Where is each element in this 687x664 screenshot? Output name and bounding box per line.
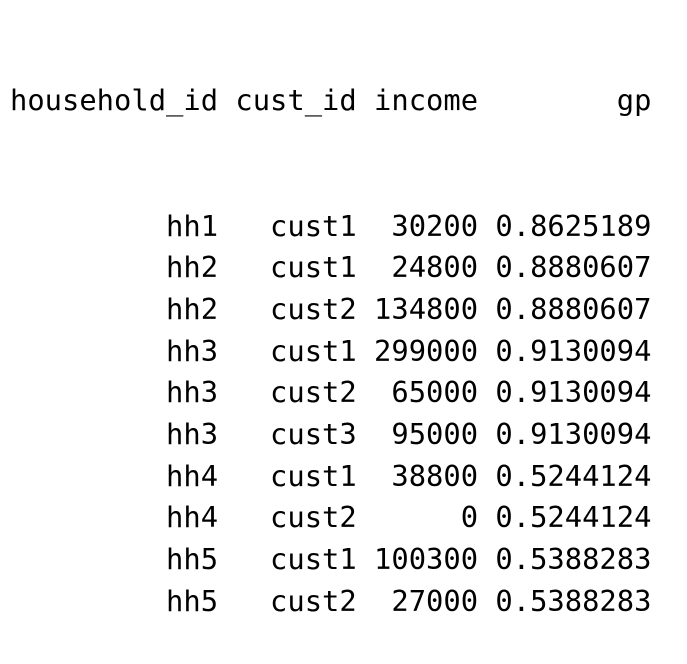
cell-income: 30200 — [391, 208, 479, 243]
cell-gp: 0.5244124 — [495, 458, 652, 493]
table-row: hh5 cust2 27000 0.5388283 — [10, 581, 651, 623]
cell-gp: 0.8880607 — [495, 250, 652, 285]
table-row: hh3 cust1 299000 0.9130094 — [10, 331, 651, 373]
cell-gp: 0.8625189 — [495, 208, 652, 243]
cell-household-id: hh1 — [166, 208, 219, 243]
table-row: hh5 cust1 100300 0.5388283 — [10, 539, 651, 581]
cell-income: 134800 — [374, 291, 479, 326]
cell-cust-id: cust1 — [270, 250, 357, 285]
cell-income: 0 — [460, 500, 479, 535]
cell-income: 27000 — [391, 583, 479, 618]
table-row: hh4 cust1 38800 0.5244124 — [10, 456, 651, 498]
table-row: hh2 cust1 24800 0.8880607 — [10, 247, 651, 289]
header-gp: gp — [616, 83, 652, 118]
cell-income: 65000 — [391, 375, 479, 410]
cell-household-id: hh2 — [166, 291, 219, 326]
cell-cust-id: cust3 — [270, 416, 357, 451]
cell-income: 38800 — [391, 458, 479, 493]
cell-household-id: hh3 — [166, 416, 219, 451]
cell-cust-id: cust2 — [270, 500, 357, 535]
cell-gp: 0.9130094 — [495, 375, 652, 410]
table-row: hh3 cust2 65000 0.9130094 — [10, 372, 651, 414]
header-income: income — [374, 83, 479, 118]
console-output: household_id cust_id income gp hh1 cust1 3… — [10, 0, 651, 664]
cell-gp: 0.5388283 — [495, 542, 652, 576]
header-household-id: household_id — [10, 83, 219, 118]
cell-cust-id: cust2 — [270, 291, 357, 326]
cell-gp: 0.5388283 — [495, 583, 652, 618]
cell-cust-id: cust1 — [270, 208, 357, 243]
cell-household-id: hh4 — [166, 458, 219, 493]
cell-household-id: hh5 — [166, 583, 219, 618]
cell-household-id: hh3 — [166, 375, 219, 410]
cell-cust-id: cust1 — [270, 542, 357, 576]
table-header: household_id cust_id income gp — [10, 80, 651, 122]
cell-gp: 0.9130094 — [495, 333, 652, 368]
cell-gp: 0.5244124 — [495, 500, 652, 535]
cell-cust-id: cust2 — [270, 583, 357, 618]
table-body: hh1 cust1 30200 0.8625189 hh2 cust1 24800 0.888… — [10, 206, 651, 623]
cell-gp: 0.9130094 — [495, 416, 652, 451]
cell-income: 24800 — [391, 250, 479, 285]
cell-gp: 0.8880607 — [495, 291, 652, 326]
table-row: hh4 cust2 0 0.5244124 — [10, 497, 651, 539]
cell-cust-id: cust2 — [270, 375, 357, 410]
cell-cust-id: cust1 — [270, 333, 357, 368]
cell-household-id: hh2 — [166, 250, 219, 285]
cell-income: 299000 — [374, 333, 479, 368]
cell-household-id: hh3 — [166, 333, 219, 368]
table-row: hh2 cust2 134800 0.8880607 — [10, 289, 651, 331]
header-cust-id: cust_id — [235, 83, 357, 118]
cell-income: 95000 — [391, 416, 479, 451]
cell-household-id: hh4 — [166, 500, 219, 535]
cell-income: 100300 — [374, 542, 479, 576]
cell-household-id: hh5 — [166, 542, 219, 576]
table-row: hh1 cust1 30200 0.8625189 — [10, 206, 651, 248]
cell-cust-id: cust1 — [270, 458, 357, 493]
table-row: hh3 cust3 95000 0.9130094 — [10, 414, 651, 456]
